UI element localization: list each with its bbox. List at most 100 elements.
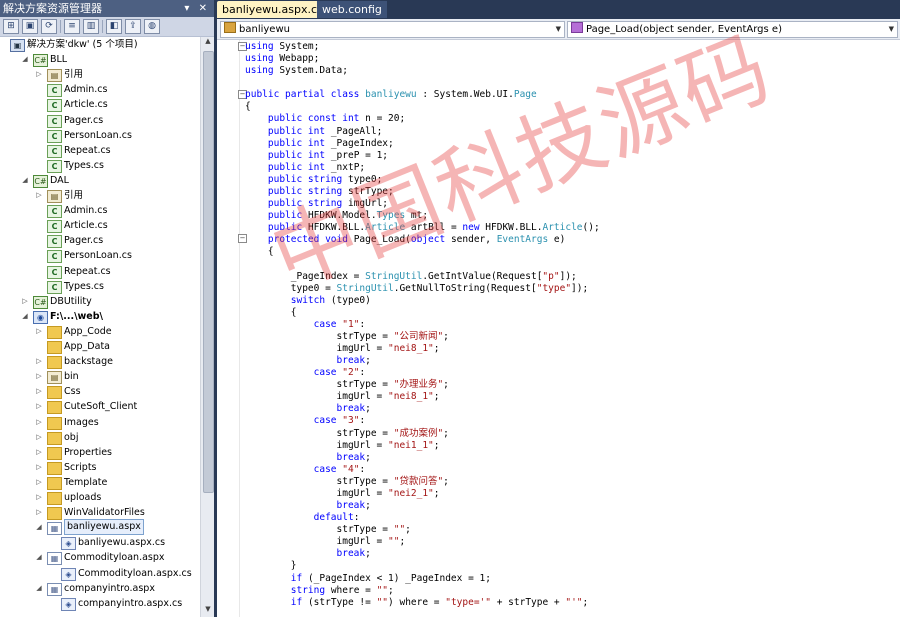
tree-node-label: Pager.cs: [64, 114, 104, 126]
collapse-arrow-icon[interactable]: ◢: [20, 52, 30, 67]
csharp-file-icon: C: [47, 250, 62, 264]
expand-arrow-icon[interactable]: ▷: [34, 384, 44, 399]
class-view-icon[interactable]: ◧: [106, 19, 122, 34]
code-line: type0 = StringUtil.GetNullToString(Reque…: [245, 283, 588, 295]
expand-arrow-icon[interactable]: ▷: [34, 475, 44, 490]
references-icon: ▤: [47, 371, 62, 385]
code-token: ;: [433, 343, 440, 354]
tree-node-folder[interactable]: ▷ Scripts: [0, 460, 200, 475]
tree-node-file[interactable]: C Admin.cs: [0, 203, 200, 219]
tree-node-label: PersonLoan.cs: [64, 129, 132, 141]
class-icon: [224, 22, 236, 33]
tree-node-folder[interactable]: ▷ Images: [0, 415, 200, 430]
tree-node-file[interactable]: C Types.cs: [0, 158, 200, 173]
tree-node-file[interactable]: C Repeat.cs: [0, 264, 200, 279]
tab-web-config[interactable]: web.config: [317, 1, 387, 18]
tree-node-codebehind[interactable]: ◈ banliyewu.aspx.cs: [0, 535, 200, 551]
scroll-down-arrow-icon[interactable]: ▼: [201, 605, 214, 617]
aspnet-config-icon[interactable]: ◍: [144, 19, 160, 34]
code-area[interactable]: − − − using System; using Webapp; using Sy…: [217, 40, 900, 617]
refresh-icon[interactable]: ⟳: [41, 19, 57, 34]
aspx-page-icon: ▦: [47, 552, 62, 566]
tree-node-folder[interactable]: ▷ ▤ bin: [0, 369, 200, 385]
view-code-icon[interactable]: ≡: [64, 19, 80, 34]
view-designer-icon[interactable]: ▥: [83, 19, 99, 34]
csharp-file-icon: C: [47, 84, 62, 98]
code-line: public HFDKW.BLL.Article artBll = new HF…: [245, 222, 600, 234]
tree-node-file[interactable]: C PersonLoan.cs: [0, 248, 200, 264]
tree-node-codebehind[interactable]: ◈ companyintro.aspx.cs: [0, 596, 200, 611]
expand-arrow-icon[interactable]: ▷: [34, 430, 44, 445]
tree-node-aspx[interactable]: ◢ ▦ banliyewu.aspx: [0, 519, 200, 536]
tree-node-folder[interactable]: ▷ App_Code: [0, 324, 200, 339]
expand-arrow-icon[interactable]: ▷: [34, 188, 44, 203]
toolbar-separator: [60, 20, 61, 33]
tree-node-folder[interactable]: ▷ Properties: [0, 445, 200, 460]
expand-arrow-icon[interactable]: ▷: [34, 369, 44, 384]
class-dropdown[interactable]: banliyewu ▼: [220, 21, 565, 38]
scrollbar-thumb[interactable]: [203, 51, 214, 493]
tree-node-file[interactable]: C Repeat.cs: [0, 143, 200, 158]
tree-node-codebehind[interactable]: ◈ Commodityloan.aspx.cs: [0, 566, 200, 581]
tree-node-folder[interactable]: ▷ Template: [0, 475, 200, 490]
tree-node-folder[interactable]: ▷ backstage: [0, 354, 200, 370]
tree-node-aspx[interactable]: ◢ ▦ Commodityloan.aspx: [0, 550, 200, 566]
collapse-arrow-icon[interactable]: ◢: [20, 173, 30, 188]
copy-website-icon[interactable]: ⇪: [125, 19, 141, 34]
collapse-arrow-icon[interactable]: ◢: [34, 520, 44, 535]
show-all-files-icon[interactable]: ▣: [22, 19, 38, 34]
tree-node-folder[interactable]: ▷ CuteSoft_Client: [0, 399, 200, 415]
expand-arrow-icon[interactable]: ▷: [34, 324, 44, 339]
tree-node-folder[interactable]: ▷ uploads: [0, 490, 200, 505]
expand-arrow-icon[interactable]: ▷: [34, 399, 44, 414]
tree-node-file[interactable]: C Pager.cs: [0, 233, 200, 249]
tree-node-folder[interactable]: ▷ Css: [0, 384, 200, 400]
code-token: .GetNullToString(Request[: [393, 282, 537, 294]
tree-node-file[interactable]: C Article.cs: [0, 218, 200, 234]
tree-node-folder[interactable]: App_Data: [0, 339, 200, 354]
code-token: {: [245, 246, 274, 258]
folder-icon: [47, 446, 62, 460]
tree-node-file[interactable]: C Admin.cs: [0, 82, 200, 98]
scroll-up-arrow-icon[interactable]: ▲: [201, 37, 214, 49]
expand-arrow-icon[interactable]: ▷: [34, 490, 44, 505]
code-line: public string type0;: [245, 174, 382, 186]
tab-banliyewu-aspx-cs[interactable]: banliyewu.aspx.cs: [217, 1, 328, 18]
collapse-arrow-icon[interactable]: ◢: [34, 581, 44, 596]
tree-node-website[interactable]: ◢ ◉ F:\...\web\: [0, 309, 200, 324]
tree-node-bll-references[interactable]: ▷ ▤ 引用: [0, 67, 200, 83]
expand-arrow-icon[interactable]: ▷: [20, 294, 30, 309]
expand-arrow-icon[interactable]: ▷: [34, 415, 44, 430]
expand-arrow-icon[interactable]: ▷: [34, 505, 44, 520]
collapse-arrow-icon[interactable]: ◢: [34, 550, 44, 565]
tree-node-folder[interactable]: ▷ obj: [0, 430, 200, 445]
code-token: _preP = 1;: [325, 149, 389, 161]
tree-node-dal[interactable]: ◢ C# DAL: [0, 173, 200, 188]
solution-explorer-scrollbar[interactable]: ▲ ▼: [200, 37, 214, 617]
tree-node-file[interactable]: C Types.cs: [0, 279, 200, 294]
expand-arrow-icon[interactable]: ▷: [34, 460, 44, 475]
expand-arrow-icon[interactable]: ▷: [34, 354, 44, 369]
tree-node-label: companyintro.aspx.cs: [78, 597, 183, 609]
code-token: {: [245, 306, 297, 318]
tree-node-file[interactable]: C Pager.cs: [0, 113, 200, 128]
csharp-file-icon: C: [47, 114, 62, 128]
tree-node-solution[interactable]: ▣ 解决方案'dkw' (5 个项目): [0, 37, 200, 52]
expand-arrow-icon[interactable]: ▷: [34, 67, 44, 82]
tree-node-dbutility[interactable]: ▷ C# DBUtility: [0, 294, 200, 309]
member-dropdown[interactable]: Page_Load(object sender, EventArgs e) ▼: [567, 21, 898, 38]
tree-node-file[interactable]: C Article.cs: [0, 97, 200, 113]
panel-pin-close-buttons[interactable]: ▾ ✕: [184, 0, 210, 17]
tree-node-file[interactable]: C PersonLoan.cs: [0, 128, 200, 143]
tree-node-dal-references[interactable]: ▷ ▤ 引用: [0, 188, 200, 203]
expand-arrow-icon[interactable]: ▷: [34, 445, 44, 460]
tree-node-bll[interactable]: ◢ C# BLL: [0, 52, 200, 68]
tree-node-aspx[interactable]: ◢ ▦ companyintro.aspx: [0, 581, 200, 596]
properties-icon[interactable]: ⊞: [3, 19, 19, 34]
tree-node-folder[interactable]: ▷ WinValidatorFiles: [0, 505, 200, 521]
collapse-arrow-icon[interactable]: ◢: [20, 309, 30, 324]
code-token: e): [548, 234, 566, 246]
